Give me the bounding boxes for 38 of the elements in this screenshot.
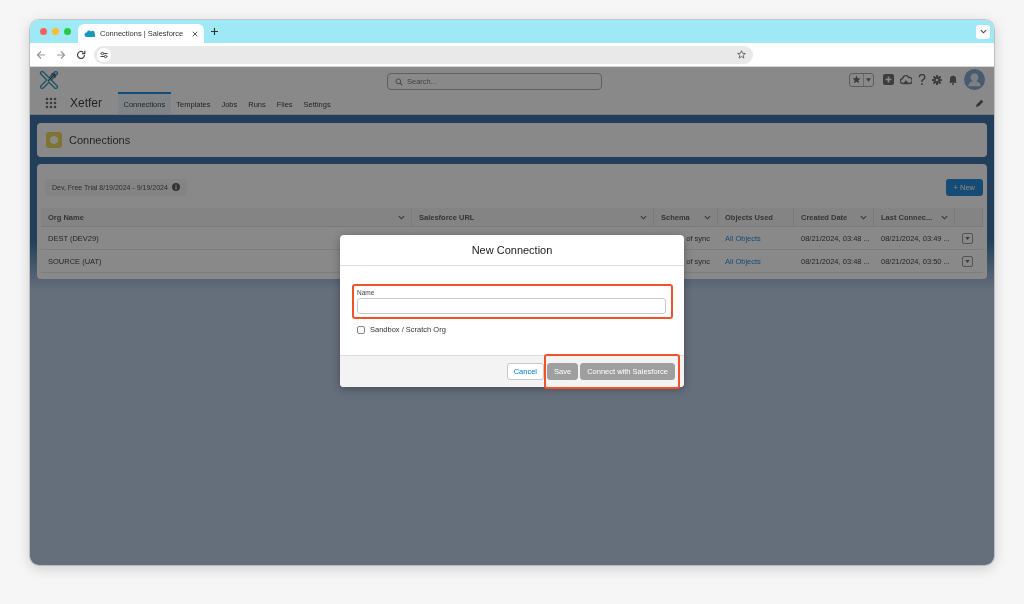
plus-icon[interactable] — [211, 28, 218, 35]
bell-icon[interactable] — [948, 74, 958, 85]
caret-icon — [965, 236, 970, 240]
app-name: Xetfer — [70, 96, 102, 110]
name-input[interactable] — [357, 298, 666, 314]
close-window-icon[interactable] — [40, 28, 47, 35]
settings-icon[interactable] — [932, 74, 942, 85]
caret-icon — [866, 77, 871, 82]
cloud-icon — [84, 30, 95, 37]
chevron-down-icon[interactable] — [860, 214, 867, 220]
row-actions-button[interactable] — [962, 255, 973, 267]
app-launcher-icon[interactable] — [45, 97, 57, 109]
cloud-mountain-icon[interactable] — [900, 74, 912, 85]
back-icon[interactable] — [36, 49, 46, 60]
info-icon — [171, 183, 180, 191]
search-icon — [395, 77, 403, 86]
star-icon[interactable] — [737, 50, 746, 59]
chevron-down-icon[interactable] — [704, 214, 711, 220]
site-settings-icon[interactable] — [97, 47, 111, 62]
star-icon — [852, 75, 861, 84]
checkbox[interactable] — [357, 325, 365, 334]
row-actions-button[interactable] — [962, 232, 973, 244]
page-title: Connections — [69, 134, 131, 146]
forward-icon[interactable] — [56, 49, 66, 60]
caret-icon — [965, 259, 970, 263]
add-icon[interactable] — [883, 74, 894, 85]
help-icon[interactable] — [918, 74, 926, 85]
chevron-down-icon[interactable] — [398, 214, 405, 220]
tab-list-button[interactable] — [976, 24, 990, 39]
modal-title: New Connection — [471, 244, 553, 256]
close-icon[interactable] — [192, 30, 198, 37]
pencil-icon[interactable] — [975, 98, 984, 108]
avatar-icon[interactable] — [964, 69, 985, 90]
chevron-down-icon[interactable] — [640, 214, 647, 220]
chevron-down-icon[interactable] — [979, 29, 987, 34]
chevron-down-icon[interactable] — [941, 214, 948, 220]
reload-icon[interactable] — [76, 49, 86, 60]
favorites-button[interactable] — [849, 72, 874, 87]
